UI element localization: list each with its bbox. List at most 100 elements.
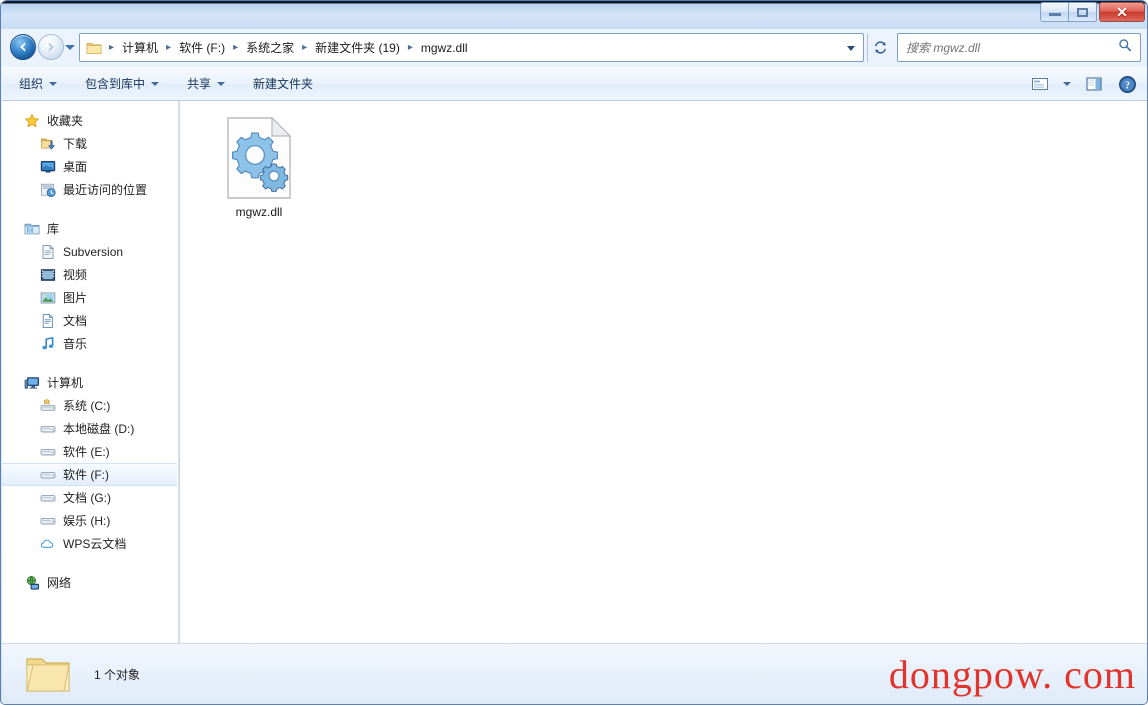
sidebar-item-label: 视频 [63, 267, 88, 282]
sidebar-item-subversion[interactable]: Subversion [2, 240, 178, 263]
toolbar-item-label: 组织 [19, 77, 44, 91]
folder-icon [24, 652, 72, 696]
sidebar-item-libraries[interactable]: 库 [2, 217, 178, 240]
chevron-down-icon [217, 81, 226, 86]
library-icon [24, 221, 40, 237]
chevron-down-icon[interactable] [847, 46, 855, 51]
sidebar-item-music[interactable]: 音乐 [2, 332, 178, 355]
view-options-caret-button[interactable] [1058, 71, 1076, 97]
sidebar-item-computer[interactable]: 计算机 [2, 371, 178, 394]
sidebar-item-drive-h[interactable]: 娱乐 (H:) [2, 509, 178, 532]
forward-arrow-icon [48, 42, 54, 52]
sidebar-item-desktop[interactable]: 桌面 [2, 155, 178, 178]
change-view-button[interactable] [1025, 71, 1055, 97]
sidebar-item-label: 库 [47, 221, 60, 236]
preview-pane-icon [1086, 77, 1102, 91]
recent-places-icon [40, 182, 56, 198]
sidebar-item-network[interactable]: 网络 [2, 571, 178, 594]
nav-group-network: 网络 [2, 571, 178, 594]
breadcrumb-item-3[interactable]: 新建文件夹 (19) [312, 37, 403, 59]
nav-group-libraries: 库 Subversion 视频 图片 文档 音乐 [2, 217, 178, 355]
close-button[interactable]: ✕ [1099, 2, 1145, 22]
minimize-icon [1048, 8, 1061, 16]
back-arrow-icon [20, 42, 26, 52]
sidebar-item-label: 图片 [63, 290, 88, 305]
drive-icon [40, 490, 56, 506]
sidebar-item-documents[interactable]: 文档 [2, 309, 178, 332]
drive-icon [40, 513, 56, 529]
sidebar-item-label: 软件 (F:) [63, 467, 109, 482]
sidebar-item-label: 计算机 [47, 375, 84, 390]
sidebar-item-label: 音乐 [63, 336, 88, 351]
search-input[interactable] [898, 40, 1118, 55]
forward-button[interactable] [38, 34, 64, 60]
sidebar-item-label: 网络 [47, 575, 72, 590]
download-icon [40, 136, 56, 152]
restore-icon [1077, 7, 1088, 17]
sidebar-item-drive-e[interactable]: 软件 (E:) [2, 440, 178, 463]
title-bar-background [1, 1, 1147, 29]
drive-icon [40, 467, 56, 483]
minimize-button[interactable] [1040, 2, 1069, 22]
toolbar-right-group: ? [1025, 71, 1142, 97]
change-view-icon [1032, 78, 1048, 90]
svg-text:?: ? [1125, 80, 1130, 91]
back-button[interactable] [10, 34, 36, 60]
sidebar-item-pictures[interactable]: 图片 [2, 286, 178, 309]
sidebar-item-label: 软件 (E:) [63, 444, 110, 459]
refresh-button[interactable] [867, 33, 893, 62]
toolbar-organize-button[interactable]: 组织 [8, 72, 68, 96]
search-icon[interactable] [1118, 38, 1140, 57]
breadcrumb-item-2[interactable]: 系统之家 [243, 37, 297, 59]
file-item[interactable]: mgwz.dll [204, 113, 314, 223]
explorer-window: ✕ ▸ 计算机 ▸ 软件 (F:) ▸ 系统之家 ▸ 新建文件夹 (19) ▸ … [0, 0, 1148, 705]
sidebar-item-label: 本地磁盘 (D:) [63, 421, 135, 436]
sidebar-item-drive-f[interactable]: 软件 (F:) [2, 463, 177, 486]
search-box[interactable] [897, 33, 1141, 62]
breadcrumb-item-0[interactable]: 计算机 [119, 37, 161, 59]
drive-icon [40, 444, 56, 460]
sidebar-item-drive-g[interactable]: 文档 (G:) [2, 486, 178, 509]
file-list-pane[interactable]: mgwz.dll [180, 101, 1147, 643]
sidebar-item-drive-c[interactable]: 系统 (C:) [2, 394, 178, 417]
explorer-body: 收藏夹 下载 桌面 最近访问的位置 库 Subversion 视频 图片 文档 … [2, 101, 1147, 643]
sidebar-item-recent-places[interactable]: 最近访问的位置 [2, 178, 178, 201]
network-icon [24, 575, 40, 591]
folder-icon [86, 40, 102, 56]
sidebar-item-downloads[interactable]: 下载 [2, 132, 178, 155]
toolbar: 组织 包含到库中 共享 新建文件夹 ? [2, 67, 1147, 101]
sidebar-item-drive-d[interactable]: 本地磁盘 (D:) [2, 417, 178, 440]
toolbar-include-in-library-button[interactable]: 包含到库中 [74, 72, 170, 96]
sidebar-item-videos[interactable]: 视频 [2, 263, 178, 286]
sidebar-item-wps-cloud[interactable]: WPS云文档 [2, 532, 178, 555]
close-icon: ✕ [1116, 4, 1128, 20]
watermark: dongpow. com [888, 652, 1136, 697]
address-bar-row: ▸ 计算机 ▸ 软件 (F:) ▸ 系统之家 ▸ 新建文件夹 (19) ▸ mg… [1, 29, 1147, 67]
window-controls: ✕ [1040, 2, 1145, 24]
breadcrumb-item-1[interactable]: 软件 (F:) [176, 37, 228, 59]
breadcrumb-separator: ▸ [166, 41, 172, 53]
toolbar-share-button[interactable]: 共享 [176, 72, 236, 96]
toolbar-item-label: 新建文件夹 [253, 77, 314, 91]
nav-group-favorites: 收藏夹 下载 桌面 最近访问的位置 [2, 109, 178, 201]
address-path-box[interactable]: ▸ 计算机 ▸ 软件 (F:) ▸ 系统之家 ▸ 新建文件夹 (19) ▸ mg… [79, 33, 864, 62]
recent-locations-button[interactable] [65, 45, 75, 50]
video-icon [40, 267, 56, 283]
sidebar-item-label: Subversion [63, 244, 124, 259]
maximize-button[interactable] [1068, 2, 1097, 22]
documents-icon [40, 313, 56, 329]
toolbar-new-folder-button[interactable]: 新建文件夹 [242, 72, 324, 96]
help-button[interactable]: ? [1112, 71, 1142, 97]
toolbar-item-label: 包含到库中 [85, 77, 146, 91]
title-bar: ✕ [1, 1, 1147, 29]
dll-file-icon [226, 116, 292, 199]
drive-icon [40, 421, 56, 437]
navigation-pane[interactable]: 收藏夹 下载 桌面 最近访问的位置 库 Subversion 视频 图片 文档 … [2, 101, 179, 643]
breadcrumb-item-4[interactable]: mgwz.dll [418, 37, 471, 59]
star-icon [24, 113, 40, 129]
sidebar-item-favorites[interactable]: 收藏夹 [2, 109, 178, 132]
sidebar-item-label: 文档 [63, 313, 88, 328]
preview-pane-button[interactable] [1079, 71, 1109, 97]
